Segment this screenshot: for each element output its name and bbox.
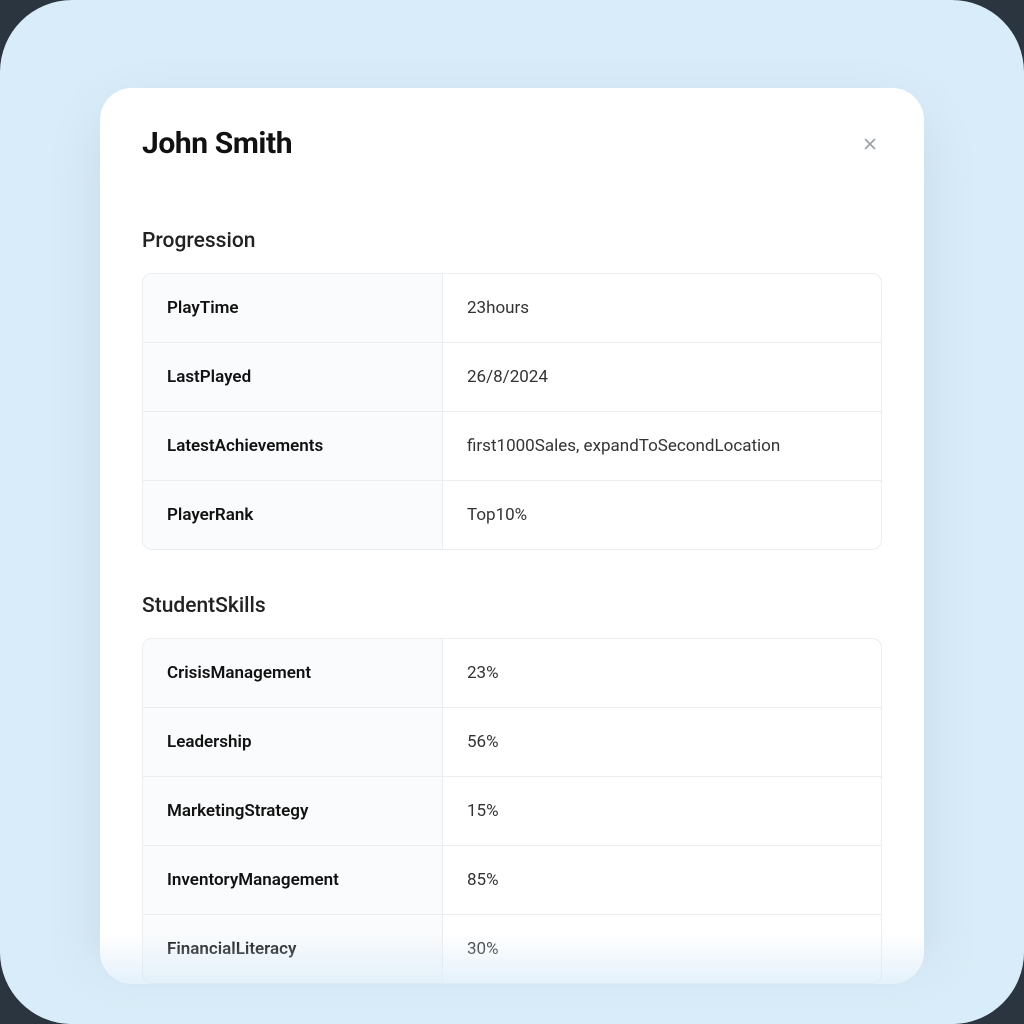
row-value: 26/8/2024 — [443, 343, 881, 411]
row-value: 30% — [443, 915, 881, 983]
table-row: LastPlayed 26/8/2024 — [143, 343, 881, 412]
row-value: 56% — [443, 708, 881, 776]
row-label: MarketingStrategy — [143, 777, 443, 845]
table-row: InventoryManagement 85% — [143, 846, 881, 915]
row-label: CrisisManagement — [143, 639, 443, 707]
row-label: LatestAchievements — [143, 412, 443, 480]
row-value: 85% — [443, 846, 881, 914]
table-row: Leadership 56% — [143, 708, 881, 777]
close-icon — [861, 135, 879, 153]
player-detail-modal: John Smith Progression PlayTime 23hours … — [100, 88, 924, 984]
table-row: FinancialLiteracy 30% — [143, 915, 881, 983]
row-label: InventoryManagement — [143, 846, 443, 914]
row-value: first1000Sales, expandToSecondLocation — [443, 412, 881, 480]
table-row: PlayTime 23hours — [143, 274, 881, 343]
table-row: MarketingStrategy 15% — [143, 777, 881, 846]
row-label: LastPlayed — [143, 343, 443, 411]
row-label: PlayerRank — [143, 481, 443, 549]
progression-section-title: Progression — [142, 229, 882, 253]
table-row: PlayerRank Top10% — [143, 481, 881, 549]
row-label: Leadership — [143, 708, 443, 776]
row-value: 15% — [443, 777, 881, 845]
table-row: LatestAchievements first1000Sales, expan… — [143, 412, 881, 481]
progression-table: PlayTime 23hours LastPlayed 26/8/2024 La… — [142, 273, 882, 550]
close-button[interactable] — [856, 130, 884, 158]
row-value: 23hours — [443, 274, 881, 342]
studentskills-table: CrisisManagement 23% Leadership 56% Mark… — [142, 638, 882, 984]
row-value: 23% — [443, 639, 881, 707]
modal-title: John Smith — [142, 126, 292, 161]
modal-header: John Smith — [142, 126, 882, 161]
studentskills-section-title: StudentSkills — [142, 594, 882, 618]
row-value: Top10% — [443, 481, 881, 549]
row-label: FinancialLiteracy — [143, 915, 443, 983]
row-label: PlayTime — [143, 274, 443, 342]
table-row: CrisisManagement 23% — [143, 639, 881, 708]
